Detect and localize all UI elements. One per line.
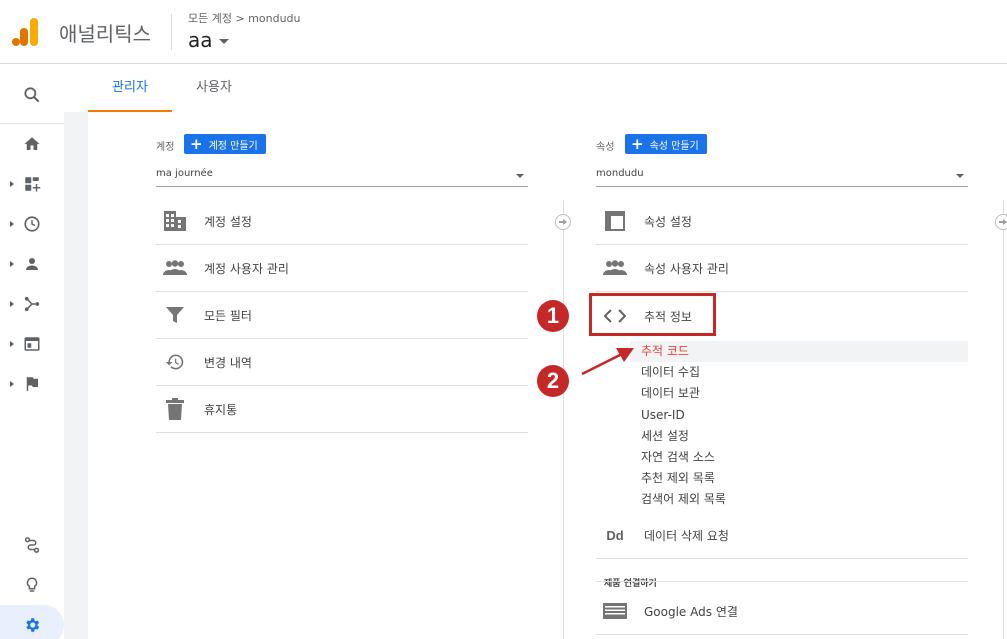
filter-icon [162, 302, 188, 328]
behavior-icon [24, 337, 40, 351]
clock-icon [24, 216, 40, 232]
create-property-label: 속성 만들기 [649, 140, 699, 152]
expand-arrow-icon [10, 301, 14, 307]
building-icon [162, 208, 188, 234]
plus-icon: + [631, 134, 644, 153]
header-divider [171, 14, 172, 50]
section-divider [596, 581, 968, 582]
data-collection-link[interactable]: 데이터 수집 [641, 362, 700, 383]
home-icon [24, 137, 40, 150]
change-history-row[interactable]: 변경 내역 [156, 339, 528, 386]
nav-search[interactable] [0, 75, 64, 115]
search-term-exclusion-link[interactable]: 검색어 제외 목록 [641, 489, 726, 510]
nav-discover[interactable] [0, 565, 64, 605]
tracking-info-highlight [589, 293, 716, 336]
expand-arrow-icon [10, 261, 14, 267]
nav-home[interactable] [0, 124, 64, 164]
expand-arrow-icon [10, 181, 14, 187]
flag-icon [26, 377, 38, 391]
account-settings-label: 계정 설정 [204, 214, 252, 229]
data-retention-link[interactable]: 데이터 보관 [641, 383, 700, 404]
expand-arrow-icon [10, 341, 14, 347]
data-deletion-icon: Dd [606, 527, 624, 543]
left-nav [0, 64, 64, 639]
create-account-button[interactable]: + 계정 만들기 [184, 134, 266, 154]
caret-down-icon [218, 38, 229, 44]
tracking-code-link[interactable]: 추적 코드 [630, 341, 968, 362]
property-user-management-label: 속성 사용자 관리 [644, 261, 729, 276]
property-user-management-row[interactable]: 속성 사용자 관리 [596, 245, 968, 292]
top-header: 애널리틱스 모든 계정 > mondudu aa [0, 0, 1007, 64]
expand-arrow-icon [10, 381, 14, 387]
property-column-label: 속성 [596, 142, 615, 153]
create-account-label: 계정 만들기 [208, 140, 258, 152]
property-dropdown-value: mondudu [596, 168, 644, 179]
property-dropdown[interactable]: mondudu [596, 163, 968, 187]
account-user-management-label: 계정 사용자 관리 [204, 261, 289, 276]
people-icon [602, 255, 628, 281]
tab-user[interactable]: 사용자 [172, 64, 256, 112]
app-name: 애널리틱스 [59, 22, 151, 46]
search-icon [24, 87, 40, 103]
tab-admin[interactable]: 관리자 [88, 64, 172, 112]
account-name: aa [188, 28, 213, 52]
account-user-management-row[interactable]: 계정 사용자 관리 [156, 245, 528, 292]
all-filters-row[interactable]: 모든 필터 [156, 292, 528, 339]
nav-conversions[interactable] [0, 364, 64, 404]
acquisition-icon [24, 296, 40, 312]
gear-icon [26, 618, 40, 632]
google-ads-label: Google Ads 연결 [644, 604, 738, 619]
change-history-label: 변경 내역 [204, 355, 252, 370]
google-ads-link-row[interactable]: Google Ads 연결 [596, 588, 968, 635]
account-column-label: 계정 [156, 142, 175, 153]
lightbulb-icon [26, 577, 38, 592]
nav-realtime[interactable] [0, 204, 64, 244]
annotation-badge-1: 1 [537, 300, 569, 332]
session-settings-link[interactable]: 세션 설정 [641, 426, 689, 447]
nav-attribution[interactable] [0, 525, 64, 565]
account-selector[interactable]: aa [188, 28, 229, 52]
annotation-arrow-icon [581, 348, 634, 376]
organic-search-sources-link[interactable]: 자연 검색 소스 [641, 447, 715, 468]
person-icon [26, 258, 38, 270]
analytics-logo-icon[interactable] [12, 16, 40, 48]
nav-behavior[interactable] [0, 324, 64, 364]
plus-icon: + [190, 134, 203, 153]
annotation-badge-2: 2 [537, 365, 569, 397]
column-arrow-icon [555, 214, 571, 230]
column-divider-right [1003, 200, 1004, 639]
trash-label: 휴지통 [204, 402, 238, 417]
breadcrumb[interactable]: 모든 계정 > mondudu [188, 10, 301, 26]
data-deletion-label: 데이터 삭제 요청 [644, 528, 729, 543]
trash-row[interactable]: 휴지통 [156, 386, 528, 433]
caret-down-icon [956, 174, 964, 178]
nav-customization[interactable] [0, 164, 64, 204]
google-ads-icon [602, 598, 628, 624]
trash-icon [162, 396, 188, 422]
all-filters-label: 모든 필터 [204, 308, 252, 323]
create-property-button[interactable]: + 속성 만들기 [625, 134, 707, 154]
account-dropdown-value: ma journée [156, 168, 213, 179]
referral-exclusion-link[interactable]: 추천 제외 목록 [641, 468, 715, 489]
nav-audience[interactable] [0, 244, 64, 284]
people-icon [162, 255, 188, 281]
nav-admin[interactable] [0, 605, 64, 639]
admin-tabs: 관리자 사용자 [88, 64, 1007, 112]
column-divider [563, 200, 564, 639]
caret-down-icon [516, 174, 524, 178]
window-icon [602, 208, 628, 234]
attribution-icon [24, 537, 40, 553]
nav-acquisition[interactable] [0, 284, 64, 324]
property-settings-row[interactable]: 속성 설정 [596, 198, 968, 245]
account-settings-row[interactable]: 계정 설정 [156, 198, 528, 245]
property-settings-label: 속성 설정 [644, 214, 692, 229]
history-icon [162, 349, 188, 375]
expand-arrow-icon [10, 221, 14, 227]
dashboard-icon [25, 177, 41, 192]
data-deletion-row[interactable]: Dd 데이터 삭제 요청 [596, 512, 968, 559]
column-arrow-right-icon [995, 214, 1007, 230]
account-dropdown[interactable]: ma journée [156, 163, 528, 187]
user-id-link[interactable]: User-ID [641, 405, 685, 426]
